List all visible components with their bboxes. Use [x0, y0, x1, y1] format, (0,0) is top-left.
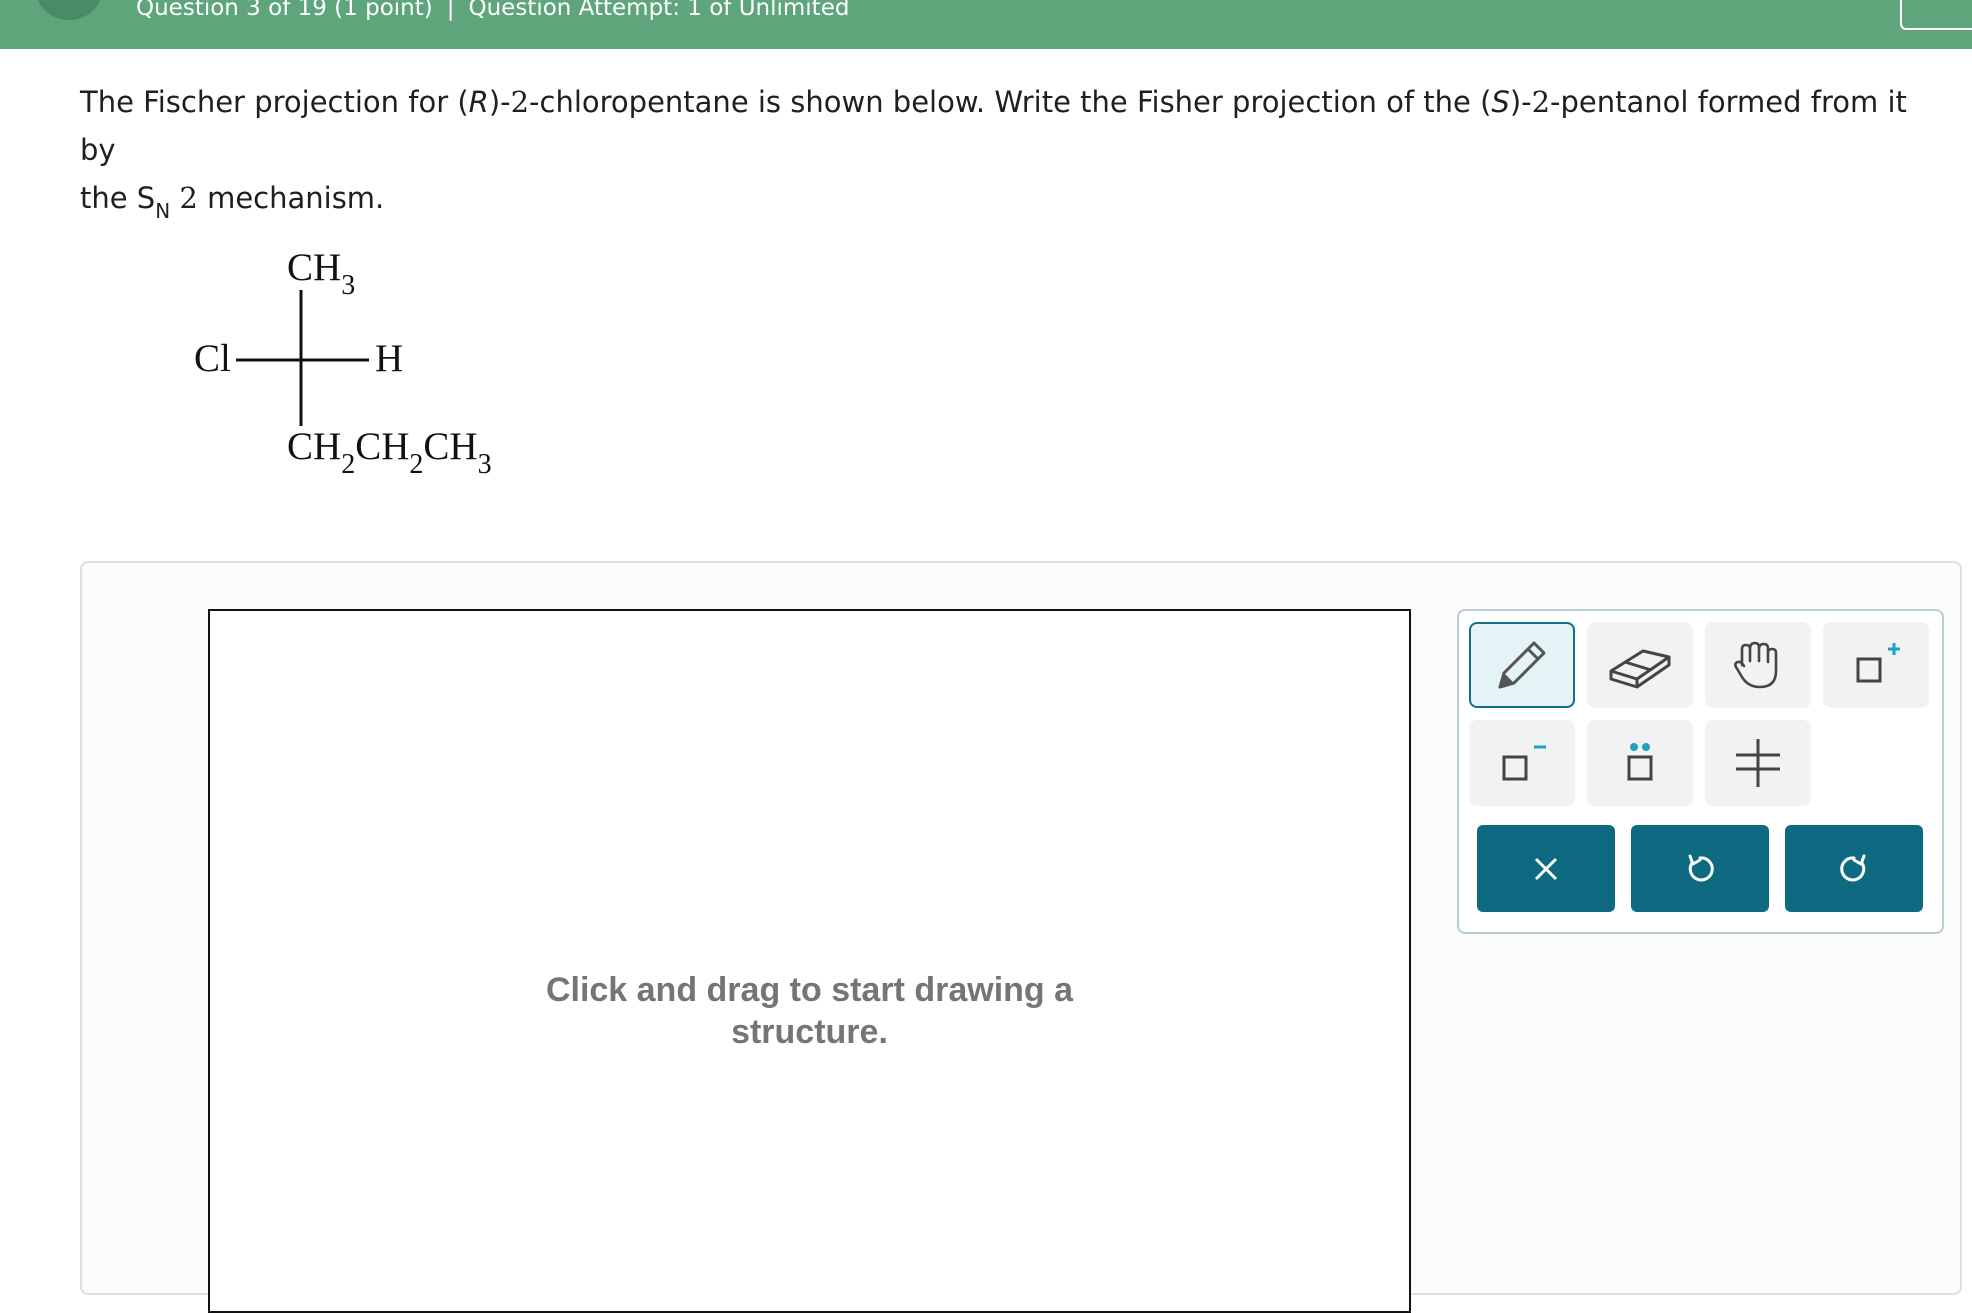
prompt-number: 2	[510, 85, 530, 119]
canvas-hint-line: structure.	[731, 1013, 888, 1051]
fischer-bottom-subscript: 2	[409, 449, 424, 480]
prompt-r-label: R	[468, 85, 489, 119]
breadcrumb-separator: |	[446, 0, 455, 21]
prompt-text: mechanism.	[197, 181, 385, 215]
pencil-tool-button[interactable]	[1469, 622, 1575, 708]
fischer-right-group: H	[375, 337, 404, 380]
add-charge-button[interactable]	[1823, 622, 1929, 708]
lone-pair-button[interactable]	[1587, 720, 1693, 806]
fischer-top-text: CH	[287, 246, 342, 289]
fischer-bottom-text: CH	[423, 425, 478, 468]
undo-button[interactable]	[1631, 825, 1769, 912]
prompt-text: The Fischer projection for (	[80, 85, 469, 119]
prompt-number: 2	[170, 181, 198, 215]
fischer-top-group: CH3	[287, 245, 355, 301]
fischer-top-subscript: 3	[341, 270, 356, 301]
fischer-bottom-text: CH	[355, 425, 410, 468]
question-prompt: The Fischer projection for (R)-2-chlorop…	[80, 78, 1940, 225]
top-bar: Question 3 of 19 (1 point) | Question Atte…	[0, 0, 1972, 49]
prompt-text: )-	[488, 85, 511, 119]
canvas-hint-line: Click and drag to start drawing a	[545, 971, 1074, 1009]
remove-charge-icon	[1502, 745, 1546, 781]
fischer-cross-button[interactable]	[1705, 720, 1811, 806]
prompt-text: the S	[80, 181, 156, 215]
question-number-label: Question 3 of 19 (1 point)	[136, 0, 433, 21]
add-charge-icon	[1856, 643, 1900, 683]
fischer-bottom-subscript: 3	[477, 449, 492, 480]
prompt-number: 2	[1531, 85, 1551, 119]
fischer-bottom-subscript: 2	[341, 449, 356, 480]
fischer-bottom-group: CH2CH2CH3	[287, 424, 492, 480]
fischer-left-group: Cl	[194, 337, 231, 380]
top-right-button[interactable]	[1900, 0, 1972, 30]
question-breadcrumb: Question 3 of 19 (1 point) | Question Atte…	[136, 0, 849, 22]
clear-button[interactable]	[1477, 825, 1615, 912]
clear-icon	[1534, 857, 1558, 880]
prompt-text: -chloropentane is shown below. Write the…	[529, 85, 1492, 119]
menu-avatar-button[interactable]	[36, 0, 102, 20]
pan-tool-button[interactable]	[1705, 622, 1811, 708]
prompt-text: )-	[1509, 85, 1532, 119]
remove-charge-button[interactable]	[1469, 720, 1575, 806]
redo-button[interactable]	[1785, 825, 1923, 912]
prompt-s-label: S	[1491, 85, 1510, 119]
drawing-canvas[interactable]: Click and drag to start drawing a struct…	[208, 609, 1411, 1313]
attempt-label: Question Attempt: 1 of Unlimited	[468, 0, 850, 21]
pencil-icon	[1498, 641, 1546, 689]
hand-icon	[1734, 641, 1778, 689]
lone-pair-icon	[1627, 743, 1653, 781]
canvas-hint: Click and drag to start drawing a struct…	[210, 969, 1409, 1053]
drawing-toolbar	[1457, 609, 1944, 934]
eraser-tool-button[interactable]	[1587, 622, 1693, 708]
undo-icon	[1688, 854, 1714, 881]
eraser-icon	[1609, 649, 1671, 689]
fischer-cross-icon	[1736, 739, 1780, 787]
prompt-subscript: N	[155, 199, 171, 223]
fischer-bottom-text: CH	[287, 425, 342, 468]
redo-icon	[1840, 854, 1866, 881]
